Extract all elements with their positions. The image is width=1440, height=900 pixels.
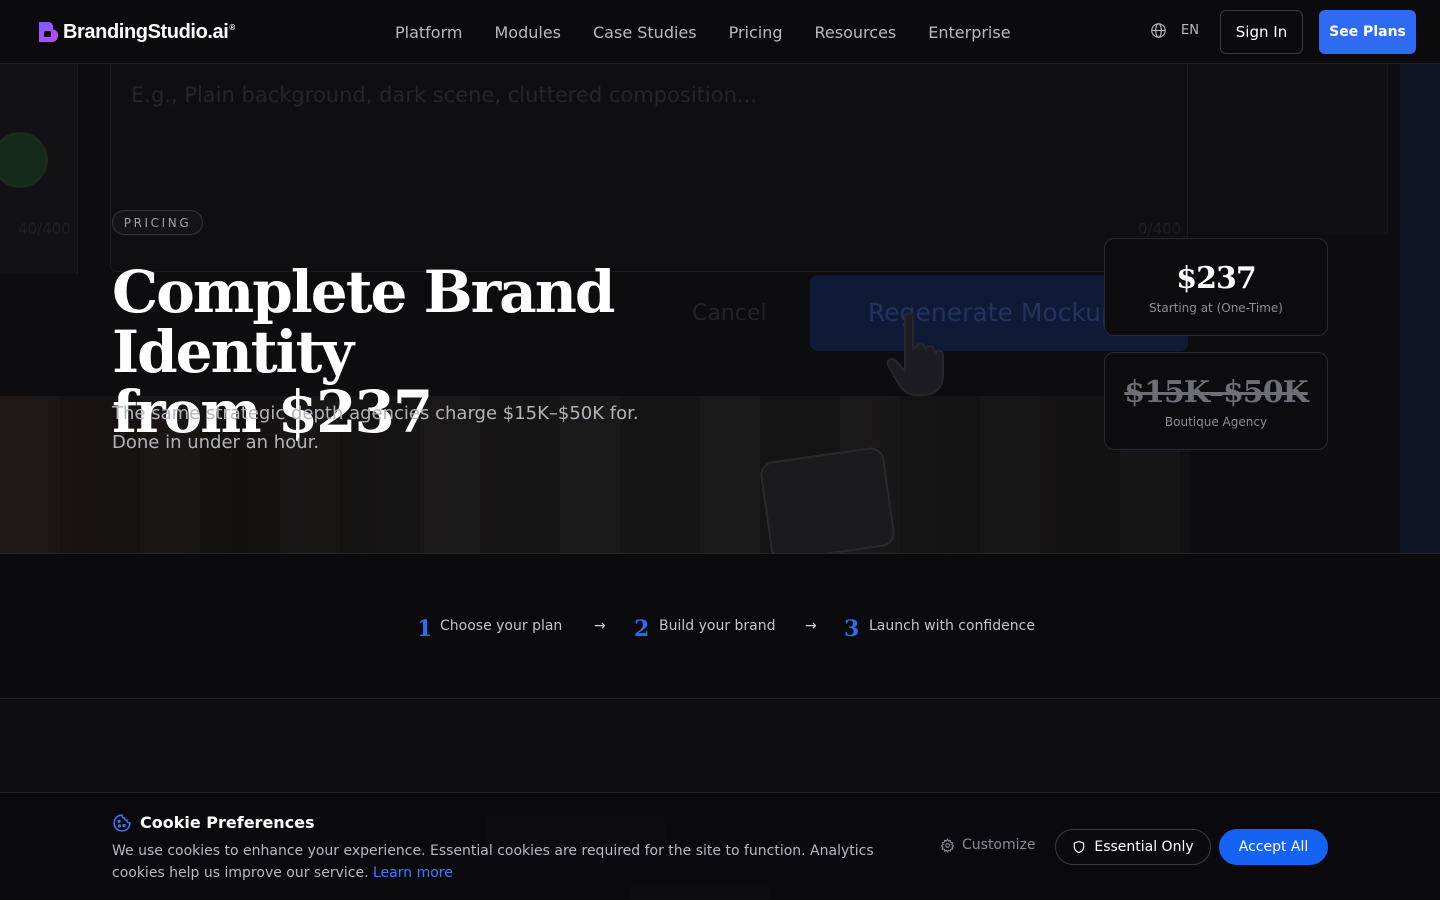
pointer-hand-icon	[886, 312, 944, 396]
sign-in-button[interactable]: Sign In	[1220, 10, 1303, 54]
step-label: Choose your plan	[440, 618, 563, 634]
background-character-count-left: 40/400	[18, 220, 71, 238]
customize-label: Customize	[962, 837, 1036, 853]
page-subtitle-line-1: The same strategic depth agencies charge…	[112, 403, 639, 424]
cookie-description: We use cookies to enhance your experienc…	[112, 840, 912, 884]
steps-strip: 1 Choose your plan → 2 Build your brand …	[0, 555, 1440, 699]
customize-button[interactable]: Customize	[940, 837, 1036, 853]
top-navigation: BrandingStudio.ai® Platform Modules Case…	[0, 0, 1440, 64]
price-amount-struck: $15K–$50K	[1124, 375, 1308, 410]
gear-icon	[940, 837, 955, 853]
step-number: 3	[844, 616, 860, 642]
step-label: Build your brand	[659, 618, 776, 634]
page-subtitle-line-2: Done in under an hour.	[112, 432, 320, 453]
page-title-line-1: Complete Brand Identity	[112, 258, 615, 386]
price-amount: $237	[1176, 261, 1257, 296]
price-label: Starting at (One-Time)	[1149, 301, 1283, 315]
brand-name: BrandingStudio.ai®	[63, 20, 235, 43]
learn-more-link[interactable]: Learn more	[373, 865, 453, 881]
pricing-eyebrow-badge: PRICING	[112, 210, 203, 235]
step-label: Launch with confidence	[869, 618, 1035, 634]
price-card-starting: $237 Starting at (One-Time)	[1104, 238, 1328, 336]
nav-link-modules[interactable]: Modules	[494, 23, 561, 42]
essential-only-button[interactable]: Essential Only	[1055, 829, 1211, 865]
price-label: Boutique Agency	[1164, 415, 1268, 429]
background-right-panel	[1188, 64, 1388, 234]
language-selector[interactable]: EN	[1150, 22, 1199, 39]
globe-icon	[1151, 23, 1166, 38]
nav-link-enterprise[interactable]: Enterprise	[928, 23, 1010, 42]
primary-nav: Platform Modules Case Studies Pricing Re…	[395, 0, 1011, 64]
page-subtitle: The same strategic depth agencies charge…	[112, 399, 652, 457]
accept-all-button[interactable]: Accept All	[1219, 829, 1328, 865]
see-plans-button[interactable]: See Plans	[1319, 10, 1416, 54]
step-number: 2	[634, 616, 650, 642]
background-right-edge	[1400, 64, 1440, 553]
nav-link-resources[interactable]: Resources	[815, 23, 897, 42]
nav-link-pricing[interactable]: Pricing	[729, 23, 783, 42]
cookie-title: Cookie Preferences	[140, 813, 315, 832]
cookie-description-text: We use cookies to enhance your experienc…	[112, 843, 874, 881]
step-number: 1	[417, 616, 433, 642]
cookie-banner: Cookie Preferences We use cookies to enh…	[0, 792, 1440, 900]
arrow-right-icon: →	[805, 618, 817, 634]
nav-link-platform[interactable]: Platform	[395, 23, 462, 42]
background-phone	[758, 445, 897, 553]
essential-only-label: Essential Only	[1094, 839, 1194, 855]
language-label: EN	[1181, 23, 1199, 38]
cookie-icon	[113, 814, 131, 832]
brand-logo[interactable]: BrandingStudio.ai®	[37, 18, 235, 46]
brand-logo-icon	[39, 22, 58, 42]
nav-link-case-studies[interactable]: Case Studies	[593, 23, 697, 42]
background-textarea-placeholder: E.g., Plain background, dark scene, clut…	[131, 83, 757, 107]
price-card-agency: $15K–$50K Boutique Agency	[1104, 352, 1328, 450]
background-character-count-right: 0/400	[1138, 220, 1182, 238]
shield-icon	[1074, 840, 1085, 854]
arrow-right-icon: →	[594, 618, 606, 634]
